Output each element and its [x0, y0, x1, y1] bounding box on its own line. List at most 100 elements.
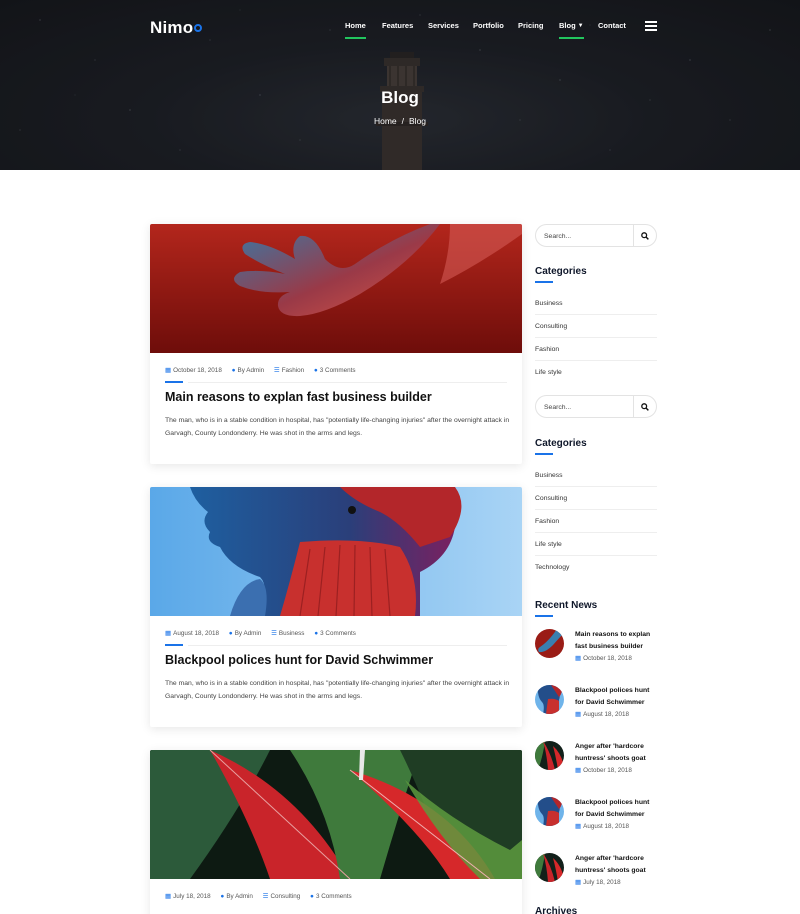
list-icon: ☰ — [273, 367, 280, 374]
calendar-icon: ▦ — [575, 823, 582, 830]
category-link[interactable]: Life style — [535, 533, 657, 556]
category-link[interactable]: Consulting — [535, 487, 657, 510]
search-icon — [641, 402, 649, 411]
post-image[interactable] — [150, 224, 522, 353]
news-date: ▦ October 18, 2018 — [575, 767, 632, 774]
meta-accent-line — [165, 381, 183, 383]
sidebar-search — [535, 395, 657, 418]
categories-title: Categories — [535, 266, 587, 277]
search-button[interactable] — [633, 225, 656, 246]
search-icon — [641, 231, 649, 240]
calendar-icon: ▦ — [575, 767, 582, 774]
recent-news-item[interactable]: Main reasons to explan fast business bui… — [535, 629, 660, 673]
meta-accent-line — [165, 644, 183, 646]
calendar-icon: ▦ — [575, 711, 582, 718]
sidebar-search — [535, 224, 657, 247]
post-category[interactable]: ☰ Business — [271, 629, 304, 637]
nav-label: Pricing — [518, 21, 544, 30]
comment-icon: ● — [314, 630, 319, 637]
meta-divider — [188, 644, 507, 646]
user-icon: ● — [231, 367, 236, 374]
post-author[interactable]: ● By Admin — [229, 630, 262, 637]
recent-news-item[interactable]: Blackpool polices hunt for David Schwimm… — [535, 797, 660, 841]
nav-label: Home — [345, 21, 366, 30]
post-image[interactable] — [150, 487, 522, 616]
widget-accent-line — [535, 281, 553, 283]
news-date: ▦ August 18, 2018 — [575, 711, 630, 718]
chevron-down-icon: ▼ — [577, 23, 584, 29]
category-link[interactable]: Business — [535, 292, 657, 315]
nav-item-features[interactable]: Features — [382, 21, 413, 30]
news-title[interactable]: Anger after 'hardcore huntress' shoots g… — [575, 741, 660, 764]
category-link[interactable]: Fashion — [535, 338, 657, 361]
news-date: ▦ October 18, 2018 — [575, 655, 632, 662]
category-link[interactable]: Life style — [535, 361, 657, 384]
user-icon: ● — [220, 893, 225, 900]
search-input[interactable] — [544, 230, 632, 242]
news-date: ▦ July 18, 2018 — [575, 879, 621, 886]
nav-label: Features — [382, 21, 414, 30]
post-comments[interactable]: ● 3 Comments — [314, 630, 356, 637]
nav-item-portfolio[interactable]: Portfolio — [473, 21, 504, 30]
category-link[interactable]: Consulting — [535, 315, 657, 338]
nav-label: Services — [428, 21, 459, 30]
nav-item-blog[interactable]: Blog ▼ — [559, 21, 584, 39]
category-link[interactable]: Fashion — [535, 510, 657, 533]
post-category[interactable]: ☰ Fashion — [274, 366, 304, 374]
nav-item-home[interactable]: Home — [345, 21, 366, 39]
category-link[interactable]: Business — [535, 464, 657, 487]
news-title[interactable]: Main reasons to explan fast business bui… — [575, 629, 660, 652]
post-meta: ▦ July 18, 2018 ● By Admin ☰ Consulting ● 3 … — [165, 892, 360, 900]
news-thumbnail[interactable] — [535, 685, 564, 714]
news-date: ▦ August 18, 2018 — [575, 823, 630, 830]
breadcrumb-current: Blog — [409, 116, 427, 126]
calendar-icon: ▦ — [575, 879, 582, 886]
post-meta: ▦ October 18, 2018 ● By Admin ☰ Fashion ● 3 … — [165, 366, 364, 374]
nav-item-contact[interactable]: Contact — [598, 21, 626, 30]
post-meta: ▦ August 18, 2018 ● By Admin ☰ Business ● 3 … — [165, 629, 364, 637]
news-title[interactable]: Anger after 'hardcore huntress' shoots g… — [575, 853, 660, 876]
meta-divider — [188, 381, 507, 383]
site-logo[interactable]: Nimo — [150, 18, 203, 38]
nav-active-indicator — [345, 37, 366, 39]
calendar-icon: ▦ — [575, 655, 582, 662]
calendar-icon: ▦ — [165, 630, 172, 637]
recent-news-item[interactable]: Blackpool polices hunt for David Schwimm… — [535, 685, 660, 729]
recent-news-item[interactable]: Anger after 'hardcore huntress' shoots g… — [535, 853, 660, 897]
post-comments[interactable]: ● 3 Comments — [310, 893, 352, 900]
list-icon: ☰ — [271, 630, 277, 637]
categories-title: Categories — [535, 438, 587, 449]
user-icon: ● — [228, 630, 233, 637]
breadcrumb: Home / Blog — [0, 116, 800, 126]
post-image[interactable] — [150, 750, 522, 879]
post-comments[interactable]: ● 3 Comments — [314, 367, 356, 374]
hamburger-icon[interactable] — [645, 21, 657, 31]
nav-item-pricing[interactable]: Pricing — [518, 21, 543, 30]
blog-post-card: ▦ July 18, 2018 ● By Admin ☰ Consulting ● 3 … — [150, 750, 522, 914]
blog-post-card: ▦ October 18, 2018 ● By Admin ☰ Fashion ● 3 … — [150, 224, 522, 464]
news-thumbnail[interactable] — [535, 853, 564, 882]
post-author[interactable]: ● By Admin — [232, 367, 265, 374]
search-input[interactable] — [544, 401, 632, 413]
post-excerpt: The man, who is in a stable condition in… — [165, 417, 510, 437]
post-title[interactable]: Blackpool polices hunt for David Schwimm… — [165, 653, 433, 667]
news-thumbnail[interactable] — [535, 629, 564, 658]
nav-label: Portfolio — [473, 21, 504, 30]
category-link[interactable]: Technology — [535, 556, 657, 579]
search-button[interactable] — [633, 396, 656, 417]
news-thumbnail[interactable] — [535, 797, 564, 826]
news-title[interactable]: Blackpool polices hunt for David Schwimm… — [575, 797, 660, 820]
breadcrumb-home-link[interactable]: Home — [374, 116, 397, 126]
widget-accent-line — [535, 453, 553, 455]
post-date: ▦ July 18, 2018 — [165, 893, 211, 900]
nav-item-services[interactable]: Services — [428, 21, 459, 30]
calendar-icon: ▦ — [165, 893, 172, 900]
recent-news-item[interactable]: Anger after 'hardcore huntress' shoots g… — [535, 741, 660, 785]
news-title[interactable]: Blackpool polices hunt for David Schwimm… — [575, 685, 660, 708]
list-icon: ☰ — [262, 893, 269, 900]
post-category[interactable]: ☰ Consulting — [263, 892, 301, 900]
comment-icon: ● — [313, 367, 318, 374]
post-author[interactable]: ● By Admin — [220, 893, 253, 900]
post-title[interactable]: Main reasons to explan fast business bui… — [165, 390, 432, 404]
news-thumbnail[interactable] — [535, 741, 564, 770]
